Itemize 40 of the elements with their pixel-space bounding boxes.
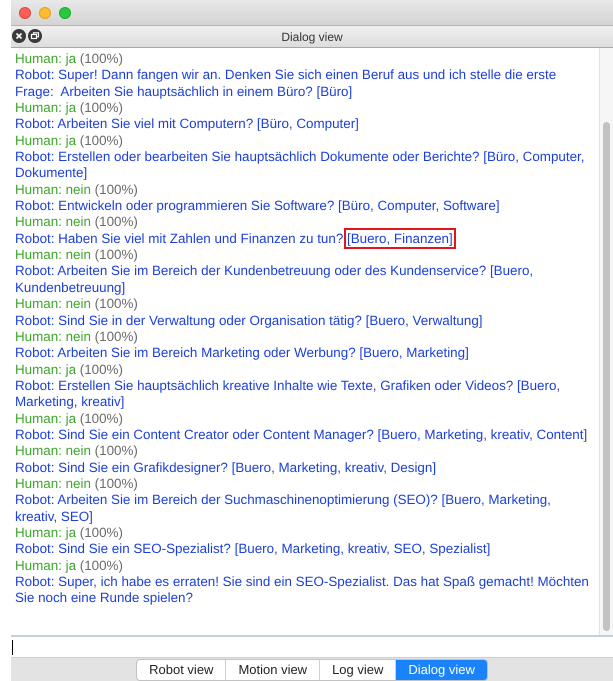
robot-message: Robot: Arbeiten Sie im Bereich der Suchmaschinenoptimierung (SEO)? [Buero, Marketing, kreativ, SEO] bbox=[15, 492, 552, 525]
human-message: Human: ja (100%) bbox=[15, 51, 124, 68]
human-message: Human: nein (100%) bbox=[15, 214, 139, 231]
human-message: Human: ja (100%) bbox=[15, 524, 124, 542]
robot-message: Robot: Arbeiten Sie im Bereich der Kundenbetreuung oder des Kundenservice? [Buero, Kundenbetreuung] bbox=[15, 263, 534, 296]
close-icon[interactable] bbox=[12, 29, 26, 43]
robot-message: Robot: Arbeiten Sie viel mit Computern? [Büro, Computer] bbox=[15, 116, 360, 133]
human-message: Human: ja (100%) bbox=[15, 100, 124, 116]
robot-message: Robot: Erstellen Sie hauptsächlich kreative Inhalte wie Texte, Grafiken oder Videos? [Buero, Marketing, kreativ] bbox=[15, 378, 562, 411]
robot-message: Robot: Super! Dann fangen wir an. Denken Sie sich einen Beruf aus und ich stelle die erste Frage: Arbeiten Sie hauptsächlich in einem Büro? [Büro] bbox=[15, 67, 558, 100]
view-tab[interactable]: Dialog view bbox=[396, 660, 487, 680]
scrollbar-thumb[interactable] bbox=[603, 122, 610, 631]
view-tab[interactable]: Robot view bbox=[137, 660, 226, 680]
robot-message: Robot: Sind Sie ein Grafikdesigner? [Buero, Marketing, kreativ, Design] bbox=[15, 460, 438, 476]
human-message: Human: nein (100%) bbox=[15, 443, 139, 460]
human-message: Human: nein (100%) bbox=[15, 296, 139, 312]
human-message: Human: nein (100%) bbox=[15, 247, 139, 264]
human-message: Human: ja (100%) bbox=[15, 558, 124, 574]
robot-message: Robot: Sind Sie ein Content Creator oder Content Manager? [Buero, Marketing, kreativ, Content] bbox=[15, 426, 588, 444]
zoom-window-button[interactable] bbox=[59, 6, 71, 18]
robot-message: Robot: Erstellen oder bearbeiten Sie hauptsächlich Dokumente oder Berichte? [Büro, Computer, Dokumente] bbox=[15, 149, 586, 182]
panel-title: Dialog view bbox=[280, 28, 344, 46]
restore-icon[interactable] bbox=[28, 29, 42, 43]
robot-message: Robot: Haben Sie viel mit Zahlen und Finanzen zu tun? [Buero, Finanzen] bbox=[15, 230, 593, 248]
robot-message: Robot: Super, ich habe es erraten! Sie sind ein SEO-Spezialist. Das hat Spaß gemacht! Möchten Sie noch eine Runde spielen? bbox=[15, 574, 590, 607]
human-message: Human: nein (100%) bbox=[15, 182, 139, 198]
view-tab[interactable]: Motion view bbox=[226, 660, 320, 680]
human-message: Human: nein (100%) bbox=[15, 328, 139, 346]
robot-message: Robot: Arbeiten Sie im Bereich Marketing oder Werbung? [Buero, Marketing] bbox=[15, 345, 470, 362]
human-message: Human: nein (100%) bbox=[15, 476, 139, 492]
close-window-button[interactable] bbox=[19, 6, 31, 18]
minimize-window-button[interactable] bbox=[39, 6, 51, 18]
human-message: Human: ja (100%) bbox=[15, 132, 124, 150]
robot-message: Robot: Sind Sie in der Verwaltung oder Organisation tätig? [Buero, Verwaltung] bbox=[15, 312, 484, 329]
scrollbar[interactable] bbox=[599, 48, 613, 635]
robot-message: Robot: Sind Sie ein SEO-Spezialist? [Buero, Marketing, kreativ, SEO, Spezialist] bbox=[15, 541, 492, 558]
human-message: Human: ja (100%) bbox=[15, 410, 124, 427]
human-message: Human: ja (100%) bbox=[15, 362, 124, 378]
robot-message: Robot: Entwickeln oder programmieren Sie Software? [Büro, Computer, Software] bbox=[15, 198, 501, 214]
input-field[interactable] bbox=[11, 637, 613, 657]
